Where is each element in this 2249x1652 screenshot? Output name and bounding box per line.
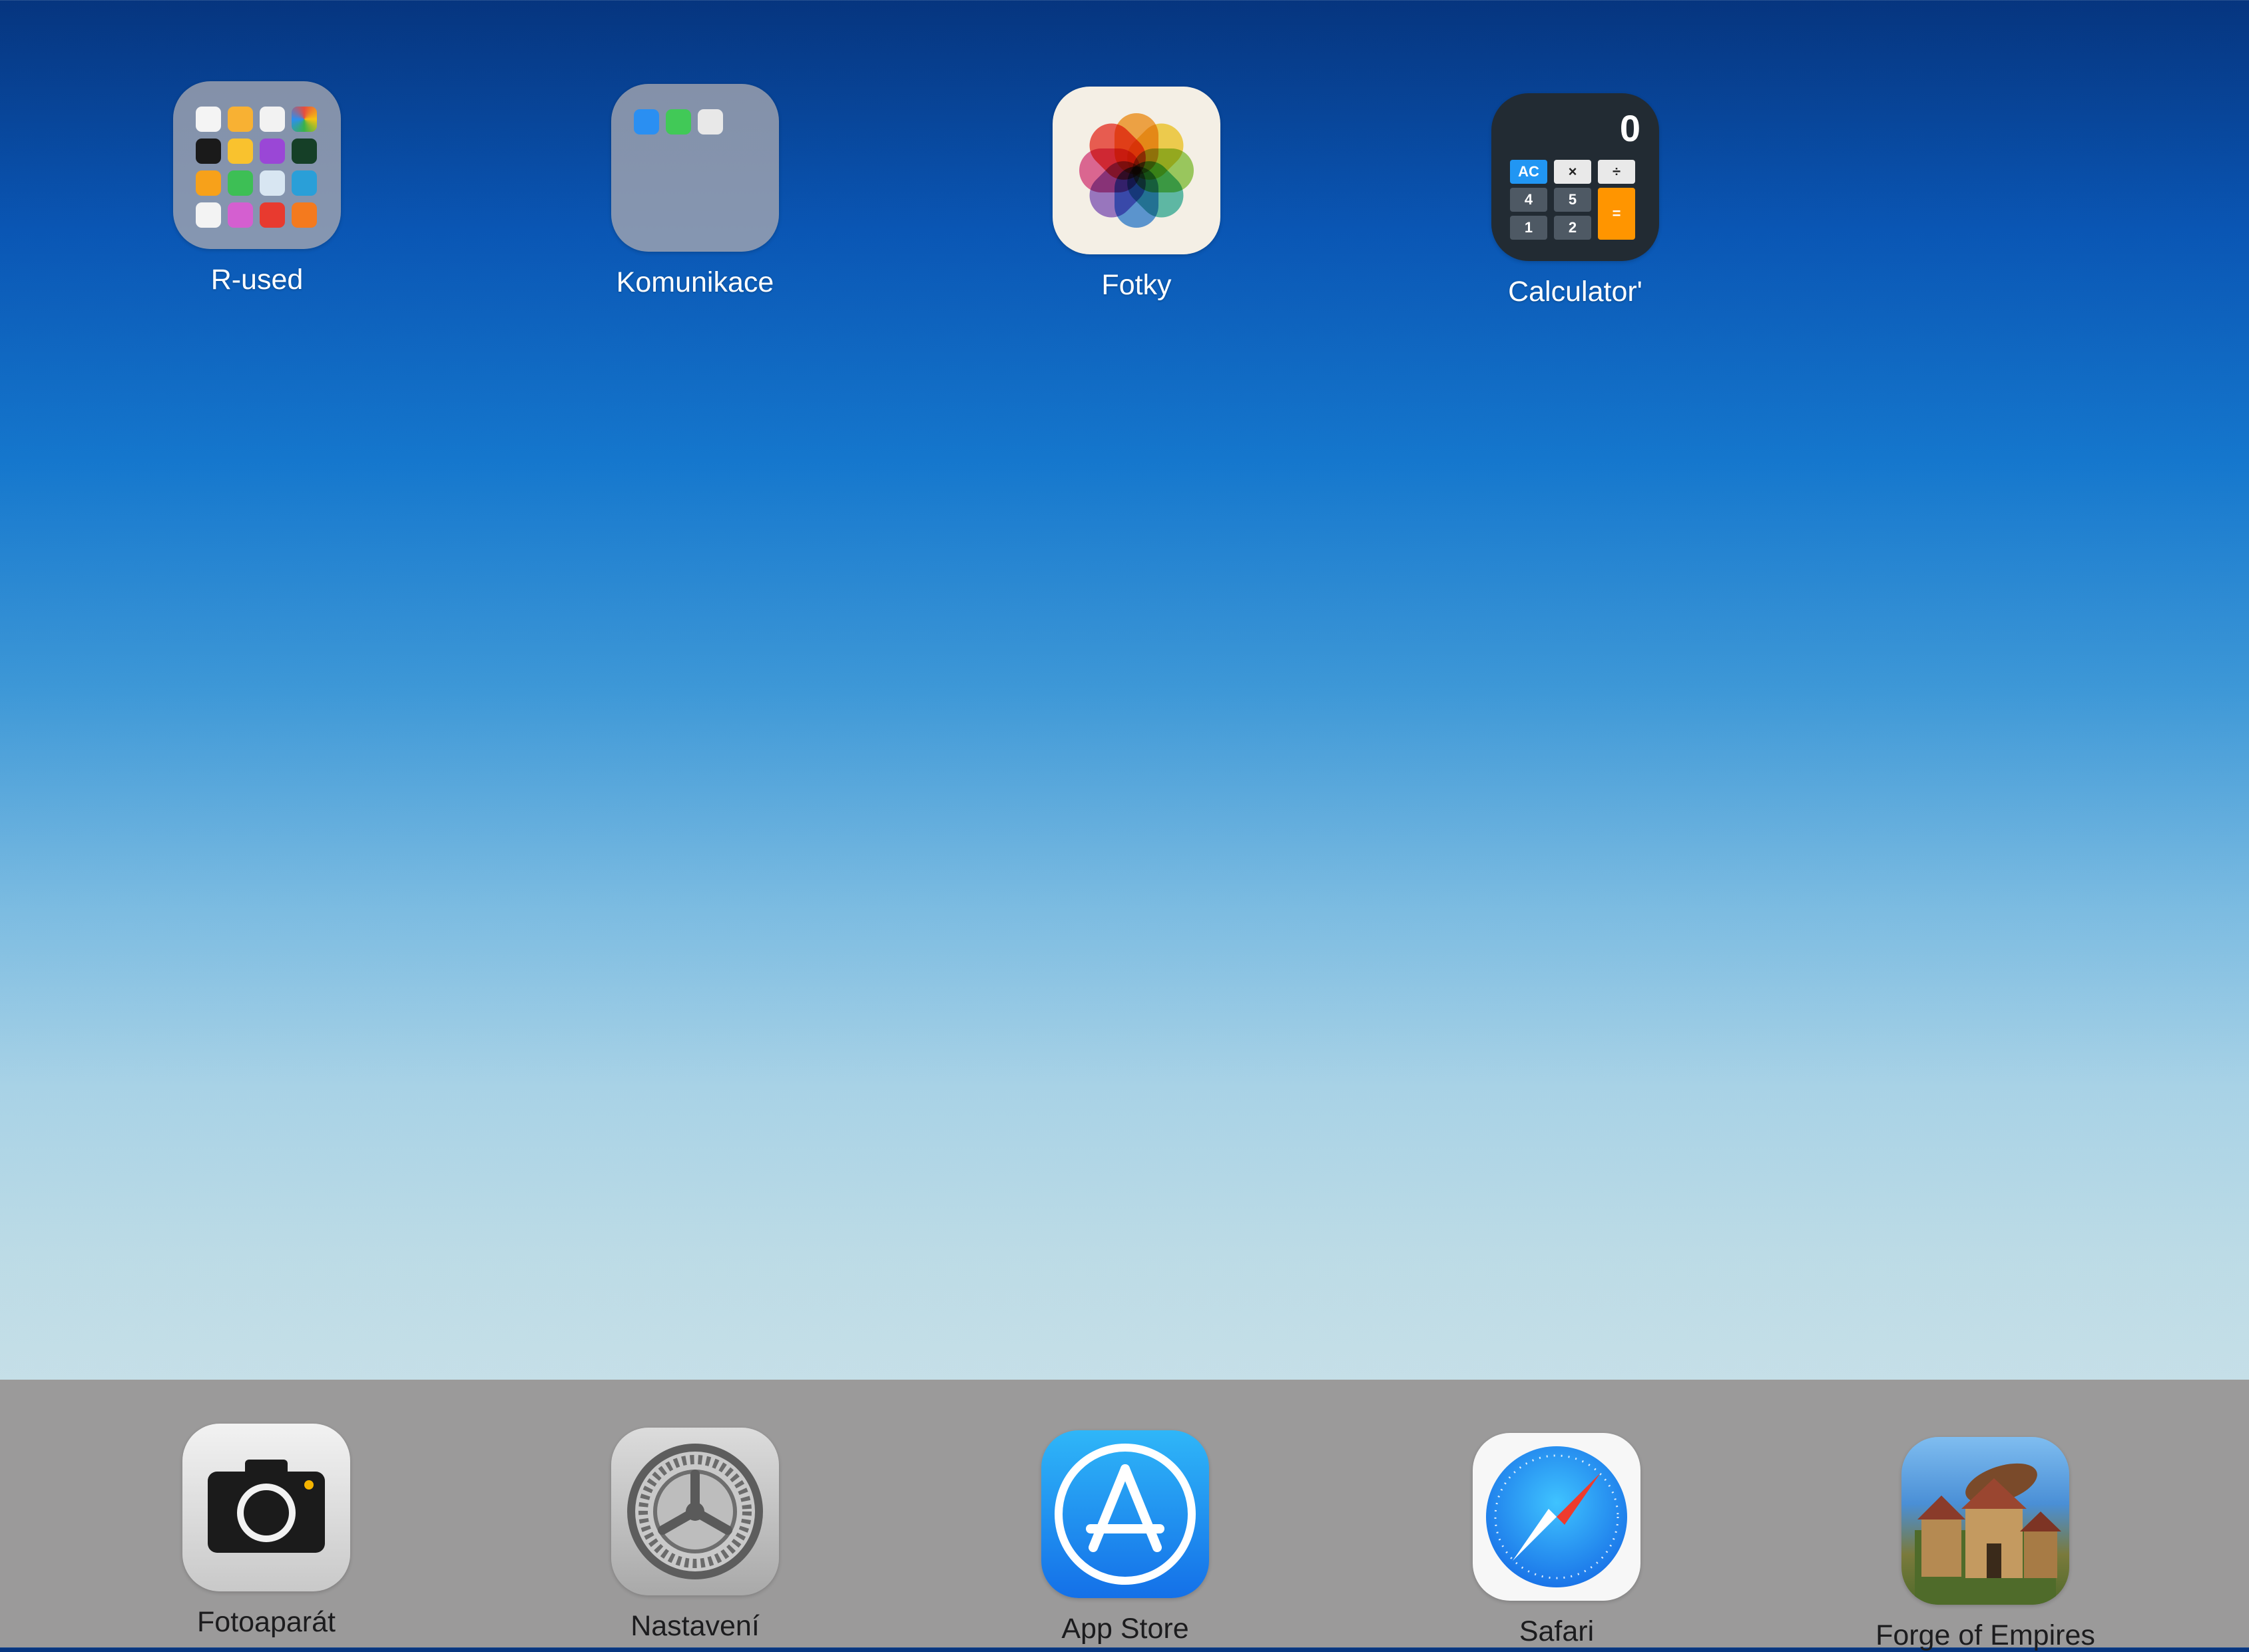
- app-komunikace[interactable]: Komunikace: [582, 84, 808, 299]
- camera-icon: [182, 1424, 350, 1591]
- app-label: Fotky: [1101, 269, 1172, 301]
- app-r-used[interactable]: R-used: [144, 81, 370, 296]
- calc-key-divide: ÷: [1598, 160, 1635, 184]
- calc-key-ac: AC: [1510, 160, 1547, 184]
- app-calculator[interactable]: 0 AC × ÷ 4 5 1 2 = Calculator': [1462, 93, 1688, 308]
- calculator-icon: 0 AC × ÷ 4 5 1 2 =: [1491, 93, 1659, 261]
- folder-icon: [611, 84, 779, 252]
- safari-compass-icon: [1473, 1433, 1640, 1601]
- app-label: Calculator': [1508, 276, 1642, 308]
- dock-app-forge-of-empires[interactable]: Forge of Empires: [1872, 1437, 2099, 1652]
- dock-app-nastaveni[interactable]: Nastavení: [582, 1428, 808, 1643]
- dock-app-app-store[interactable]: App Store: [1012, 1430, 1238, 1645]
- dock-app-fotoaparat[interactable]: Fotoaparát: [153, 1424, 379, 1639]
- app-store-icon: [1041, 1430, 1209, 1598]
- app-label: Nastavení: [630, 1610, 760, 1642]
- app-label: App Store: [1061, 1613, 1189, 1645]
- folder-icon: [173, 81, 341, 249]
- app-label: Fotoaparát: [197, 1606, 336, 1638]
- calculator-display: 0: [1619, 107, 1640, 149]
- settings-gear-icon: [611, 1428, 779, 1595]
- dock: Fotoaparát Nastavení App Store Safari Fo…: [0, 1380, 2249, 1651]
- calc-key-1: 1: [1510, 216, 1547, 240]
- dock-app-safari[interactable]: Safari: [1443, 1433, 1670, 1648]
- app-label: Komunikace: [616, 266, 774, 298]
- forge-of-empires-icon: [1901, 1437, 2069, 1605]
- photos-icon: [1053, 87, 1220, 254]
- app-label: Safari: [1519, 1615, 1595, 1647]
- calc-key-equals: =: [1598, 188, 1635, 240]
- calc-key-2: 2: [1554, 216, 1591, 240]
- calc-key-5: 5: [1554, 188, 1591, 212]
- app-fotky[interactable]: Fotky: [1023, 87, 1250, 302]
- app-label: R-used: [210, 264, 304, 296]
- calc-key-4: 4: [1510, 188, 1547, 212]
- calc-key-multiply: ×: [1554, 160, 1591, 184]
